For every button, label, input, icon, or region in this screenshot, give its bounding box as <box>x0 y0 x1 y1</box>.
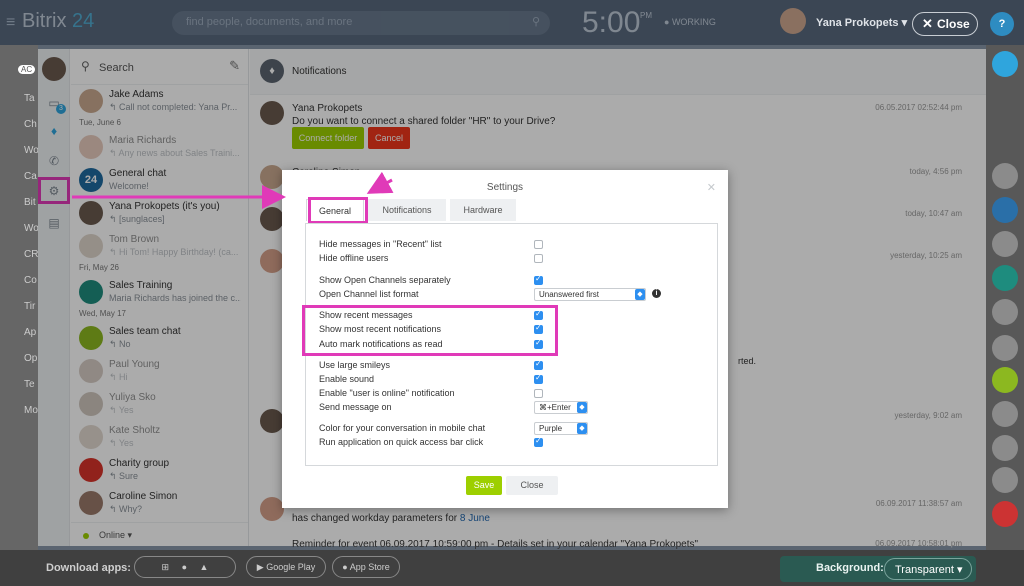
clock: 5:00 <box>582 6 641 39</box>
hide-offline-checkbox[interactable] <box>534 254 543 263</box>
enable-sound-checkbox[interactable] <box>534 373 543 384</box>
options-highlight-box <box>302 305 558 356</box>
option-label: Run application on quick access bar clic… <box>319 437 484 447</box>
close-messenger-button[interactable]: ✕ Close <box>912 12 978 36</box>
background-left-menu: AC Ta Ch Wo Ca Bit Wo CR Co Tir Ap Op Te Mo <box>0 45 39 550</box>
option-label: Enable sound <box>319 374 375 384</box>
help-button[interactable]: ? <box>990 12 1014 36</box>
open-channels-separately-checkbox[interactable] <box>534 274 543 285</box>
info-icon[interactable]: i <box>652 289 661 298</box>
clock-suffix: PM <box>640 11 652 20</box>
select-arrow-icon: ◆ <box>577 402 587 413</box>
hide-recent-checkbox[interactable] <box>534 240 543 249</box>
dialog-title: Settings <box>486 182 524 193</box>
run-on-quick-access-checkbox[interactable] <box>534 436 543 447</box>
option-label: Enable "user is online" notification <box>319 388 455 398</box>
search-icon: ⚲ <box>531 16 540 28</box>
send-message-on-select[interactable]: ⌘+Enter ◆ <box>534 401 588 414</box>
option-label: Open Channel list format <box>319 289 419 299</box>
portal-logo[interactable]: Bitrix 24 <box>22 10 94 33</box>
select-arrow-icon: ◆ <box>635 289 645 300</box>
close-icon[interactable]: ✕ <box>707 181 716 194</box>
option-label: Hide offline users <box>319 253 389 263</box>
footer-bar: Download apps: ⊞ ● ▲ ▶ Google Play ● App… <box>0 550 1024 586</box>
background-right-rail <box>986 45 1024 550</box>
settings-dialog: Settings ✕ General Notifications Hardwar… <box>282 170 728 508</box>
app-store-button[interactable]: ● App Store <box>332 556 400 578</box>
desktop-apps-buttons[interactable]: ⊞ ● ▲ <box>134 556 236 578</box>
option-label: Color for your conversation in mobile ch… <box>319 423 486 433</box>
option-label: Hide messages in "Recent" list <box>319 239 442 249</box>
mobile-chat-color-select[interactable]: Purple ◆ <box>534 422 588 435</box>
option-label: Show Open Channels separately <box>319 275 451 285</box>
background-select[interactable]: Transparent ▾ <box>884 558 972 580</box>
select-arrow-icon: ◆ <box>577 423 587 434</box>
open-channel-format-select[interactable]: Unanswered first ◆ <box>534 288 646 301</box>
user-avatar[interactable] <box>780 8 806 34</box>
close-button[interactable]: Close <box>506 476 558 495</box>
top-bar: ≡ Bitrix 24 find people, documents, and … <box>0 0 1024 45</box>
general-tab-highlight <box>308 197 368 224</box>
large-smileys-checkbox[interactable] <box>534 359 543 370</box>
tab-notifications[interactable]: Notifications <box>368 199 446 221</box>
close-icon: ✕ <box>922 16 933 31</box>
menu-icon[interactable]: ≡ <box>6 14 15 32</box>
work-status[interactable]: ● WORKING <box>664 17 716 27</box>
google-play-button[interactable]: ▶ Google Play <box>246 556 326 578</box>
option-label: Send message on <box>319 402 392 412</box>
tab-hardware[interactable]: Hardware <box>450 199 516 221</box>
global-search-input[interactable]: find people, documents, and more ⚲ <box>172 11 550 35</box>
user-online-notification-checkbox[interactable] <box>534 389 543 398</box>
save-button[interactable]: Save <box>466 476 502 495</box>
user-name[interactable]: Yana Prokopets ▾ <box>816 16 907 29</box>
option-label: Use large smileys <box>319 360 391 370</box>
